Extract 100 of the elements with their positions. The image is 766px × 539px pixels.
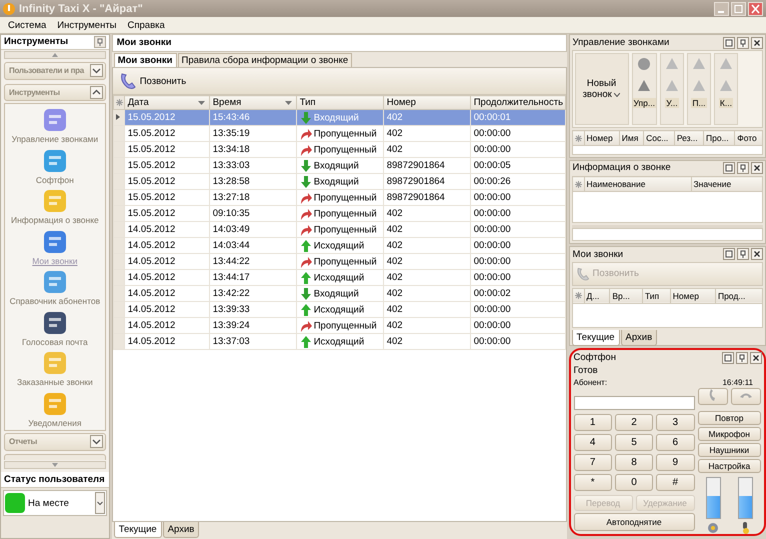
dial-key[interactable]: 7 <box>574 454 612 471</box>
column-header[interactable]: Имя <box>619 130 644 146</box>
column-header[interactable]: Значение <box>691 176 762 192</box>
menu-item[interactable]: Справка <box>128 20 165 30</box>
table-row[interactable]: 15.05.2012 13:33:03 Входящий 89872901864 00:00:05 <box>113 158 566 174</box>
tab[interactable]: Правила сбора информации о звонке <box>178 53 352 67</box>
dial-key[interactable]: 2 <box>614 414 654 431</box>
table-row[interactable]: 14.05.2012 14:03:49 Пропущенный 402 00:00:00 <box>113 222 566 238</box>
menu-item[interactable]: Инструменты <box>57 20 117 30</box>
sidebar-item[interactable]: Софтфон <box>36 146 74 188</box>
table-row[interactable]: 14.05.2012 13:39:24 Пропущенный 402 00:00:00 <box>113 318 566 334</box>
maximize-icon[interactable] <box>722 352 734 364</box>
pin-icon[interactable] <box>94 36 106 48</box>
column-header[interactable]: Рез... <box>674 130 704 146</box>
chevron-icon[interactable] <box>90 435 103 448</box>
dropdown-icon[interactable] <box>94 492 105 514</box>
table-cell: Исходящий <box>296 238 384 254</box>
table-row[interactable]: 15.05.2012 09:10:35 Пропущенный 402 00:00:00 <box>113 206 566 222</box>
table-row[interactable]: 15.05.2012 13:34:18 Пропущенный 402 00:00:00 <box>113 142 566 158</box>
sidebar-item[interactable]: Заказанные звонки <box>16 349 93 390</box>
column-header[interactable]: Сос... <box>644 130 674 146</box>
table-row[interactable]: 14.05.2012 13:37:03 Исходящий 402 00:00:00 <box>113 334 566 350</box>
table-row[interactable]: 14.05.2012 13:39:33 Исходящий 402 00:00:00 <box>113 302 566 318</box>
new-call-button[interactable]: Новый звонок <box>574 53 629 125</box>
column-header[interactable]: Про... <box>704 130 735 146</box>
close-icon[interactable] <box>751 36 763 48</box>
column-header[interactable]: Номер <box>584 130 620 146</box>
option-button[interactable]: Наушники <box>698 443 761 457</box>
tab[interactable]: Мои звонки <box>114 53 176 67</box>
ribbon-group-label[interactable]: К... <box>718 98 733 108</box>
column-header[interactable]: Время <box>209 96 296 110</box>
dial-key[interactable]: * <box>574 474 612 491</box>
tab[interactable]: Архив <box>162 522 200 538</box>
table-row[interactable]: 15.05.2012 13:27:18 Пропущенный 89872901864 00:00:00 <box>113 190 566 206</box>
ribbon-group-label[interactable]: П... <box>691 98 707 108</box>
dial-key[interactable]: 5 <box>614 434 654 451</box>
pin-icon[interactable] <box>737 36 749 48</box>
auto-answer-button[interactable]: Автоподнятие <box>574 513 695 531</box>
chevron-icon[interactable] <box>90 86 103 99</box>
table-row[interactable]: 14.05.2012 13:44:22 Пропущенный 402 00:00:00 <box>113 254 566 270</box>
number-field[interactable] <box>574 396 695 410</box>
asterisk-icon <box>574 180 582 188</box>
pin-icon[interactable] <box>737 162 749 174</box>
table-cell: 14.05.2012 <box>124 270 210 286</box>
table-row[interactable]: 14.05.2012 13:44:17 Исходящий 402 00:00:00 <box>113 270 566 286</box>
option-button[interactable]: Настройка <box>698 459 761 473</box>
column-header[interactable]: Наименование <box>584 176 692 192</box>
maximize-icon[interactable] <box>723 248 735 260</box>
ribbon-group-label[interactable]: У... <box>665 98 679 108</box>
tab[interactable]: Текущие <box>114 522 162 538</box>
ribbon-group-label[interactable]: Упр... <box>632 98 656 108</box>
table-cell: Исходящий <box>296 334 384 350</box>
table-cell: 13:39:24 <box>209 318 296 334</box>
table-row[interactable]: 14.05.2012 14:03:44 Исходящий 402 00:00:00 <box>113 238 566 254</box>
dial-key[interactable]: 4 <box>574 434 612 451</box>
text-field[interactable] <box>572 228 763 241</box>
menu-item[interactable]: Система <box>8 20 46 30</box>
sort-icon[interactable] <box>198 101 205 105</box>
status-dropdown[interactable]: На месте <box>3 490 107 516</box>
option-button[interactable]: Повтор <box>698 411 761 425</box>
column-header[interactable]: Продолжительность <box>470 96 566 110</box>
close-icon[interactable] <box>750 352 762 364</box>
column-header[interactable]: Фото <box>734 130 762 146</box>
column-header[interactable]: Прод... <box>715 288 762 304</box>
sidebar-item[interactable]: Управление звонками <box>12 106 98 147</box>
table-row[interactable]: 15.05.2012 13:35:19 Пропущенный 402 00:00:00 <box>113 126 566 142</box>
sidebar-item[interactable]: Информация о звонке <box>10 187 99 228</box>
dial-key[interactable]: 8 <box>614 454 654 471</box>
column-header[interactable]: Вр... <box>610 288 642 304</box>
sidebar-item[interactable]: Уведомления <box>28 390 82 430</box>
close-icon[interactable] <box>751 248 763 260</box>
sidebar-item[interactable]: Справочник абонентов <box>10 268 100 309</box>
sidebar-item[interactable]: Голосовая почта <box>22 308 88 350</box>
pin-icon[interactable] <box>736 352 748 364</box>
tab[interactable]: Текущие <box>572 330 620 346</box>
table-row[interactable]: 15.05.2012 13:28:58 Входящий 89872901864 00:00:26 <box>113 174 566 190</box>
dial-key[interactable]: 9 <box>656 454 694 471</box>
table-row[interactable]: 14.05.2012 13:42:22 Входящий 402 00:00:02 <box>113 286 566 302</box>
column-header[interactable]: Номер <box>670 288 716 304</box>
column-header[interactable]: Дата <box>124 96 210 110</box>
option-button[interactable]: Микрофон <box>698 427 761 441</box>
maximize-icon[interactable] <box>723 162 735 174</box>
column-header[interactable]: Тип <box>296 96 384 110</box>
tab[interactable]: Архив <box>620 330 658 346</box>
dial-key[interactable]: 3 <box>656 414 694 431</box>
column-header[interactable]: Номер <box>383 96 470 110</box>
column-header[interactable]: Тип <box>642 288 670 304</box>
close-icon[interactable] <box>751 162 763 174</box>
dial-key[interactable]: # <box>656 474 694 491</box>
maximize-icon[interactable] <box>723 36 735 48</box>
sort-icon[interactable] <box>284 101 292 105</box>
pin-icon[interactable] <box>737 248 749 260</box>
call-button[interactable]: Позвонить <box>116 71 188 91</box>
table-cell: Пропущенный <box>296 190 384 206</box>
close-button[interactable] <box>748 2 763 16</box>
column-header[interactable]: Д... <box>584 288 610 304</box>
dial-key[interactable]: 0 <box>614 474 654 491</box>
dial-key[interactable]: 1 <box>574 414 612 431</box>
chevron-icon[interactable] <box>90 64 103 78</box>
dial-key[interactable]: 6 <box>656 434 694 451</box>
